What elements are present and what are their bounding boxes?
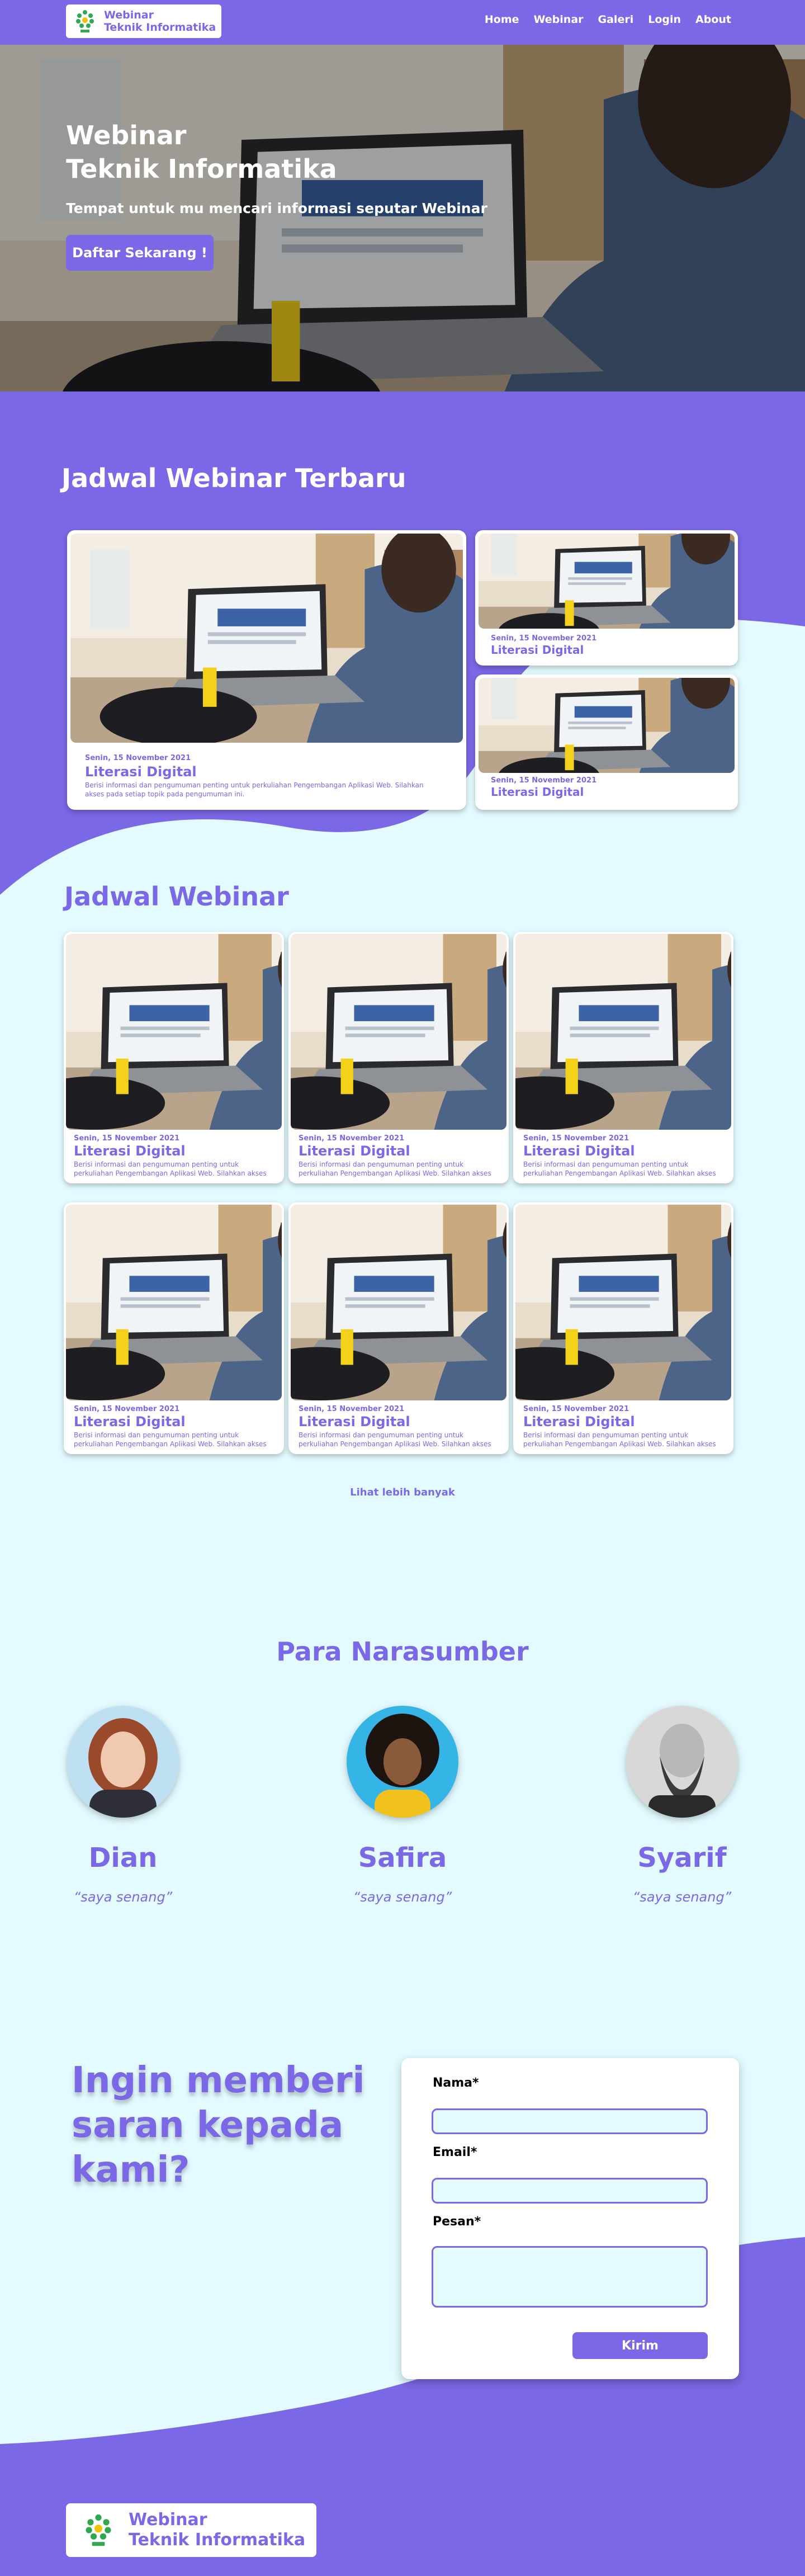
speakers-section-title: Para Narasumber: [276, 1636, 529, 1667]
card-date: Senin, 15 November 2021: [491, 634, 597, 643]
speaker-quote: “saya senang”: [73, 1889, 173, 1905]
email-input[interactable]: [432, 2178, 708, 2204]
speaker-name: Syarif: [637, 1842, 727, 1874]
card-desc: Berisi informasi dan pengumuman penting …: [74, 1431, 267, 1448]
latest-section-title: Jadwal Webinar Terbaru: [61, 463, 406, 493]
speaker-name: Dian: [88, 1842, 158, 1874]
nav-login[interactable]: Login: [648, 13, 681, 26]
avatar: [347, 1706, 458, 1818]
card-desc: Berisi informasi dan pengumuman penting …: [74, 1160, 267, 1177]
card-title: Literasi Digital: [491, 785, 584, 799]
brand-logo[interactable]: Webinar Teknik Informatika: [66, 4, 221, 38]
register-button[interactable]: Daftar Sekarang !: [66, 235, 214, 271]
featured-main-card[interactable]: Senin, 15 November 2021 Literasi Digital…: [67, 530, 466, 810]
card-title: Literasi Digital: [523, 1414, 635, 1429]
card-title: Literasi Digital: [299, 1414, 410, 1429]
name-label: Nama*: [433, 2076, 479, 2090]
card-title: Literasi Digital: [85, 764, 197, 780]
speaker-card: Syarif “saya senang”: [593, 1706, 771, 1905]
schedule-card[interactable]: Senin, 15 November 2021 Literasi Digital…: [288, 932, 509, 1183]
see-more-link[interactable]: Lihat lebih banyak: [0, 1487, 805, 1498]
card-desc: Berisi informasi dan pengumuman penting …: [523, 1160, 716, 1177]
card-date: Senin, 15 November 2021: [523, 1134, 629, 1143]
footer-brand[interactable]: Webinar Teknik Informatika: [66, 2503, 316, 2557]
avatar: [67, 1706, 179, 1818]
brand-line1: Webinar: [104, 9, 154, 21]
card-date: Senin, 15 November 2021: [85, 754, 191, 762]
card-desc: Berisi informasi dan pengumuman penting …: [299, 1160, 491, 1177]
hero-subtitle: Tempat untuk mu mencari informasi seputa…: [66, 200, 487, 216]
nav-menu: Home Webinar Galeri Login About: [485, 13, 731, 26]
card-desc: Berisi informasi dan pengumuman penting …: [85, 781, 424, 798]
featured-side-card[interactable]: Senin, 15 November 2021 Literasi Digital: [475, 530, 738, 666]
card-title: Literasi Digital: [491, 643, 584, 657]
hero-title: Webinar Teknik Informatika: [66, 120, 337, 184]
name-input[interactable]: [432, 2108, 708, 2134]
speaker-card: Safira “saya senang”: [313, 1706, 492, 1905]
brand-line2: Teknik Informatika: [129, 2530, 306, 2550]
card-title: Literasi Digital: [523, 1143, 635, 1159]
schedule-card[interactable]: Senin, 15 November 2021 Literasi Digital…: [64, 1202, 284, 1454]
card-date: Senin, 15 November 2021: [299, 1405, 405, 1413]
card-date: Senin, 15 November 2021: [74, 1134, 180, 1143]
card-title: Literasi Digital: [299, 1143, 410, 1159]
schedule-card[interactable]: Senin, 15 November 2021 Literasi Digital…: [513, 1202, 733, 1454]
contact-form: Nama* Email* Pesan* Kirim: [401, 2058, 739, 2379]
schedule-card[interactable]: Senin, 15 November 2021 Literasi Digital…: [513, 932, 733, 1183]
schedule-card[interactable]: Senin, 15 November 2021 Literasi Digital…: [64, 932, 284, 1183]
speaker-name: Safira: [358, 1842, 447, 1874]
featured-main-image: [70, 534, 463, 743]
card-date: Senin, 15 November 2021: [74, 1405, 180, 1413]
message-textarea[interactable]: [432, 2246, 708, 2308]
featured-side-card[interactable]: Senin, 15 November 2021 Literasi Digital: [475, 674, 738, 810]
schedule-section-title: Jadwal Webinar: [64, 881, 289, 912]
speaker-card: Dian “saya senang”: [34, 1706, 212, 1905]
card-title: Literasi Digital: [74, 1143, 186, 1159]
navbar: Webinar Teknik Informatika Home Webinar …: [0, 0, 805, 45]
card-desc: Berisi informasi dan pengumuman penting …: [523, 1431, 716, 1448]
nav-home[interactable]: Home: [485, 13, 519, 26]
nav-about[interactable]: About: [695, 13, 731, 26]
avatar: [626, 1706, 738, 1818]
speaker-quote: “saya senang”: [353, 1889, 452, 1905]
card-desc: Berisi informasi dan pengumuman penting …: [299, 1431, 491, 1448]
uin-logo-icon: [84, 2513, 113, 2547]
uin-logo-icon: [75, 9, 95, 34]
card-date: Senin, 15 November 2021: [299, 1134, 405, 1143]
card-title: Literasi Digital: [74, 1414, 186, 1429]
schedule-card[interactable]: Senin, 15 November 2021 Literasi Digital…: [288, 1202, 509, 1454]
card-date: Senin, 15 November 2021: [523, 1405, 629, 1413]
brand-line1: Webinar: [129, 2510, 207, 2530]
contact-headline: Ingin memberi saran kepada kami?: [72, 2060, 365, 2191]
nav-webinar[interactable]: Webinar: [534, 13, 584, 26]
email-label: Email*: [433, 2145, 477, 2159]
side-card-image: [479, 678, 735, 773]
card-date: Senin, 15 November 2021: [491, 776, 597, 785]
side-card-image: [479, 534, 735, 629]
submit-button[interactable]: Kirim: [572, 2332, 708, 2359]
brand-line2: Teknik Informatika: [104, 21, 216, 34]
speaker-quote: “saya senang”: [632, 1889, 732, 1905]
nav-galeri[interactable]: Galeri: [598, 13, 634, 26]
message-label: Pesan*: [433, 2215, 481, 2229]
